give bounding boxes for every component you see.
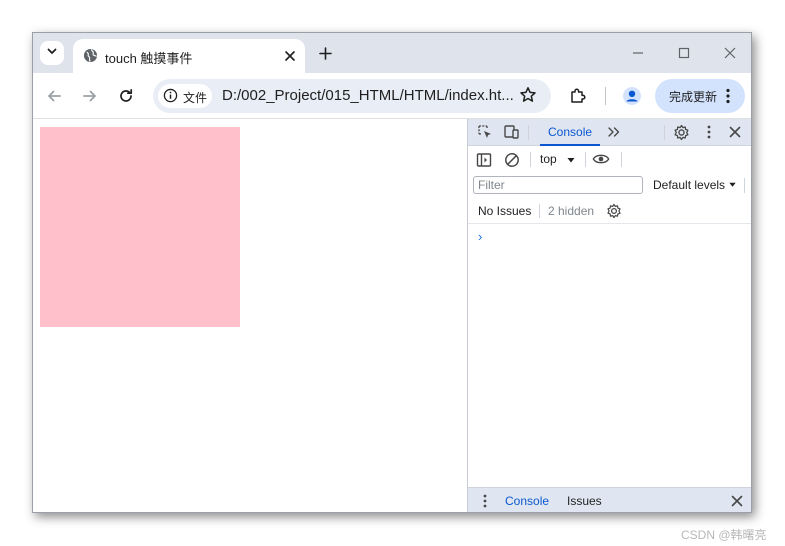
- site-info-label: 文件: [183, 91, 208, 105]
- devtools-drawer: Console Issues: [468, 487, 751, 512]
- toolbar-separator: [744, 178, 745, 193]
- toolbar-separator: [621, 152, 622, 167]
- console-prompt-row[interactable]: ›: [468, 224, 751, 248]
- plus-icon: [318, 46, 332, 60]
- tab-console[interactable]: Console: [540, 119, 601, 146]
- issues-row: No Issues 2 hidden: [468, 198, 751, 224]
- tabbar-separator: [528, 125, 529, 140]
- eye-icon[interactable]: [592, 150, 610, 168]
- bookmark-star-icon[interactable]: [519, 86, 537, 109]
- dropdown-triangle-icon: [729, 182, 737, 187]
- context-selector[interactable]: top: [540, 152, 557, 166]
- reload-icon: [120, 88, 133, 102]
- tab-active[interactable]: touch 触摸事件: [73, 39, 305, 73]
- globe-icon: [83, 48, 98, 68]
- toolbar: 文件 D:/002_Project/015_HTML/HTML/index.ht…: [33, 73, 751, 119]
- new-tab-button[interactable]: [315, 43, 335, 63]
- forward-button[interactable]: [79, 85, 101, 107]
- browser-window: touch 触摸事件 文件 D:/002_Project/015_HTML/HT…: [32, 32, 752, 513]
- maximize-icon: [678, 47, 690, 59]
- console-prompt: ›: [478, 229, 483, 244]
- inspect-element-icon[interactable]: [476, 123, 494, 141]
- drawer-tab-issues[interactable]: Issues: [558, 488, 611, 512]
- site-info-chip[interactable]: 文件: [158, 84, 212, 108]
- issues-count[interactable]: No Issues: [478, 204, 531, 218]
- close-window-button[interactable]: [719, 42, 741, 64]
- toolbar-separator: [530, 152, 531, 167]
- device-toolbar-icon[interactable]: [502, 123, 520, 141]
- settings-gear-icon[interactable]: [672, 123, 690, 141]
- update-button[interactable]: 完成更新: [655, 79, 745, 113]
- toolbar-separator: [605, 87, 606, 105]
- tabbar-separator: [664, 125, 665, 140]
- tab-close-button[interactable]: [282, 48, 298, 64]
- page-viewport: [33, 119, 467, 512]
- info-icon: [163, 88, 178, 108]
- address-bar[interactable]: 文件 D:/002_Project/015_HTML/HTML/index.ht…: [153, 79, 551, 113]
- more-vert-icon: [725, 88, 731, 109]
- drawer-tab-console[interactable]: Console: [496, 488, 558, 512]
- log-levels-dropdown[interactable]: Default levels: [653, 178, 737, 192]
- devtools-close-icon[interactable]: [726, 123, 744, 141]
- console-toolbar: top: [468, 146, 751, 173]
- drawer-menu-icon[interactable]: [476, 492, 494, 510]
- minimize-icon: [633, 52, 643, 54]
- url-text[interactable]: D:/002_Project/015_HTML/HTML/index.ht...: [222, 87, 514, 104]
- tab-search-button[interactable]: [40, 41, 64, 65]
- more-tabs-chevron-icon[interactable]: [605, 123, 623, 141]
- watermark: CSDN @韩曙亮: [681, 528, 767, 542]
- drawer-close-icon[interactable]: [728, 492, 746, 510]
- hidden-count: 2 hidden: [548, 204, 595, 218]
- console-settings-gear-icon[interactable]: [605, 202, 623, 220]
- pink-touch-box[interactable]: [40, 127, 240, 327]
- devtools-panel: Console top Filter Default levels No Iss…: [467, 119, 751, 512]
- chevron-down-icon: [46, 44, 58, 62]
- puzzle-icon: [571, 88, 586, 103]
- clear-console-icon[interactable]: [503, 151, 521, 169]
- sidebar-toggle-icon[interactable]: [475, 151, 493, 169]
- back-button[interactable]: [43, 85, 65, 107]
- arrow-right-icon: [83, 90, 96, 102]
- tab-title: touch 触摸事件: [105, 51, 193, 66]
- reload-button[interactable]: [115, 85, 137, 107]
- update-button-label: 完成更新: [669, 90, 718, 104]
- extensions-button[interactable]: [567, 85, 589, 107]
- toolbar-separator: [585, 152, 586, 167]
- avatar-icon: [623, 87, 641, 105]
- dropdown-triangle-icon: [562, 151, 580, 169]
- maximize-button[interactable]: [673, 42, 695, 64]
- profile-button[interactable]: [621, 85, 643, 107]
- filter-input[interactable]: Filter: [473, 176, 643, 194]
- issues-separator: [539, 204, 540, 218]
- tab-strip: touch 触摸事件: [33, 33, 751, 73]
- devtools-more-icon[interactable]: [700, 123, 718, 141]
- log-levels-label: Default levels: [653, 178, 726, 192]
- devtools-tabbar: Console: [468, 119, 751, 146]
- arrow-left-icon: [48, 90, 61, 102]
- minimize-button[interactable]: [627, 42, 649, 64]
- close-icon: [724, 47, 736, 59]
- close-icon: [285, 51, 295, 61]
- filter-row: Filter Default levels: [468, 173, 751, 198]
